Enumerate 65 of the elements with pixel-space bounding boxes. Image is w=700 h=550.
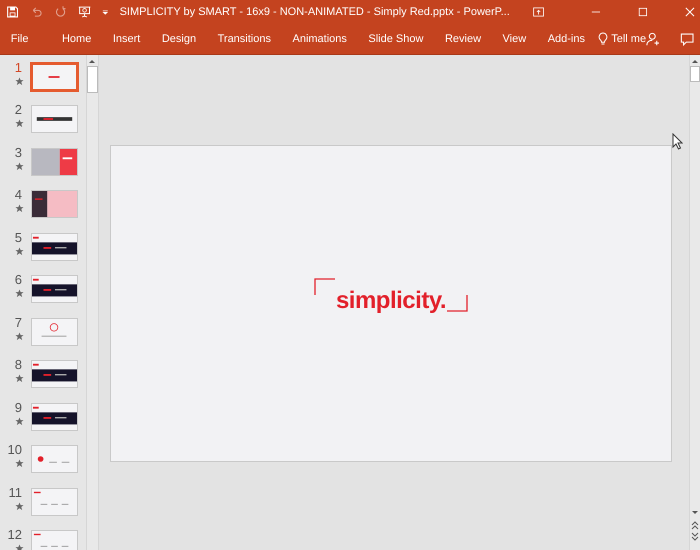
slide-thumbnail[interactable] [31,232,78,260]
slide-thumbnail[interactable] [31,530,78,550]
close-icon[interactable] [684,6,695,18]
slide-thumbnail[interactable] [31,445,78,473]
slide-number: 11 [8,486,23,498]
slide-number: 4 [14,188,23,201]
star-icon [15,119,24,128]
corner-bracket-icon [314,278,336,296]
star-icon [15,246,24,256]
slide-thumbnail[interactable] [31,148,78,176]
comment-icon[interactable] [680,31,694,47]
maximize-icon[interactable] [638,6,648,18]
star-icon [15,502,24,510]
ribbon-tab[interactable]: Insert [104,30,148,48]
star-icon [15,289,24,298]
slide-title: simplicity. [336,286,446,316]
star-icon [15,76,24,86]
customize-caret-icon[interactable] [102,8,109,16]
slide-number: 10 [8,443,23,456]
previous-slide-icon[interactable] [691,520,699,530]
slide-thumbnail[interactable] [31,318,78,346]
ribbon-tab[interactable]: Animations [284,30,355,48]
ribbon-tab[interactable]: Slide Show [360,30,432,48]
ribbon-tab[interactable]: File [2,30,36,48]
ribbon-tab[interactable]: Add-ins [540,30,593,48]
ribbon-tab[interactable]: Review [436,30,490,48]
slide-number: 12 [8,528,23,541]
slide-thumbnail[interactable] [31,402,78,430]
slide-thumbnail[interactable] [31,190,78,218]
presentation-icon[interactable] [78,4,91,20]
slide-thumbnail[interactable] [31,105,78,133]
slide-number: 1 [14,60,23,74]
slide-thumbnail[interactable] [31,62,78,90]
scrollbar-thumb[interactable] [86,66,98,93]
slide-canvas[interactable]: simplicity. [110,145,672,462]
slide-number: 5 [14,230,23,244]
slide-number: 2 [14,103,23,116]
corner-bracket-icon [446,294,468,312]
ribbon-tab[interactable]: Home [54,30,100,48]
window-title: SIMPLICITY by SMART - 16x9 - NON-ANIMATED - Simply Red.pptx - PowerP... [120,4,510,20]
lightbulb-icon[interactable] [598,32,608,46]
slide-thumbnail[interactable] [31,275,78,303]
tell-me-search[interactable]: Tell me [611,30,646,48]
star-icon [15,204,24,213]
slide-number: 7 [14,316,23,328]
share-person-icon[interactable] [646,31,660,47]
slide-number: 9 [14,400,23,414]
slide-number: 6 [14,273,23,286]
scrollbar-thumb[interactable] [690,66,700,82]
save-icon[interactable] [6,4,19,20]
scroll-down-icon[interactable] [691,510,699,516]
slide-number: 3 [14,146,23,158]
slide-thumbnail[interactable] [31,488,78,516]
star-icon [15,332,24,340]
next-slide-icon[interactable] [691,532,699,542]
ribbon-tab[interactable]: Design [154,30,204,48]
star-icon [15,416,24,426]
star-icon [15,374,24,383]
mouse-pointer-icon [672,133,683,150]
ribbon-tab[interactable]: Transitions [210,30,279,48]
star-icon [15,162,24,170]
slide-number: 8 [14,358,23,371]
slide-thumbnail[interactable] [31,360,78,388]
star-icon [15,459,24,468]
ribbon-tab[interactable]: View [494,30,534,48]
